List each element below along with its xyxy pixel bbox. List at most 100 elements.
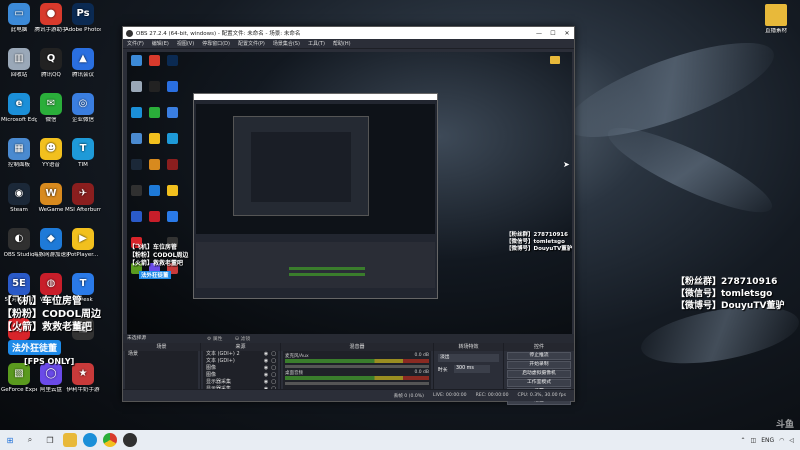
- minimize-icon[interactable]: —: [532, 30, 546, 37]
- control-button[interactable]: 开始录制: [507, 361, 571, 369]
- desktop-shortcut-label: Steam: [10, 207, 28, 213]
- desktop-shortcut[interactable]: ☻ YY语音: [33, 138, 69, 168]
- desktop-shortcut[interactable]: ◯ 阿里云盘: [33, 363, 69, 393]
- menu-item[interactable]: 帮助(H): [329, 40, 355, 47]
- lock-icon[interactable]: ▢: [271, 358, 276, 365]
- preview-dolphin-accelerator-icon: [149, 185, 160, 196]
- tray-network-icon[interactable]: ◫: [751, 437, 757, 444]
- search-icon[interactable]: ⌕: [23, 433, 37, 447]
- menu-item[interactable]: 视图(V): [173, 40, 198, 47]
- source-label: 文本 (GDI+) 2: [206, 351, 240, 357]
- menu-item[interactable]: 编辑(E): [148, 40, 173, 47]
- mixer-dock-title: 混音器: [281, 343, 433, 351]
- preview-info-line: 【微博号】DouyuTV董驴: [506, 246, 572, 252]
- desktop-shortcut[interactable]: ● 腾讯手游助手: [33, 3, 69, 33]
- preview-edge-icon: [131, 107, 142, 118]
- duration-input[interactable]: 300 ms: [454, 365, 490, 373]
- lock-icon[interactable]: ▢: [271, 365, 276, 372]
- tray-lang[interactable]: ENG: [761, 437, 774, 444]
- obs-window[interactable]: OBS 27.2.4 (64-bit, windows) - 配置文件: 未命名…: [122, 26, 575, 405]
- control-button[interactable]: 启动虚拟摄像机: [507, 370, 571, 378]
- source-item[interactable]: 显示器采集 ◉▢: [203, 379, 278, 386]
- info-line: 【微信号】tomletsgo: [676, 289, 773, 299]
- menu-item[interactable]: 配置文件(P): [234, 40, 269, 47]
- desktop-shortcut[interactable]: ▦ 控制面板: [1, 138, 37, 168]
- edge-taskbar-icon[interactable]: [83, 433, 97, 447]
- desktop-shortcut[interactable]: ▶ PotPlayer...: [65, 228, 101, 258]
- menu-item[interactable]: 文件(F): [123, 40, 148, 47]
- properties-button[interactable]: ⚙ 属性: [207, 335, 222, 342]
- lock-icon[interactable]: ▢: [271, 372, 276, 379]
- visibility-eye-icon[interactable]: ◉: [264, 379, 268, 386]
- tim-icon: T: [72, 138, 94, 160]
- preview-tim-icon: [167, 133, 178, 144]
- maximize-icon[interactable]: ☐: [546, 30, 560, 37]
- sources-dock-title: 来源: [201, 343, 280, 351]
- desktop-shortcut[interactable]: ▥ 回收站: [1, 48, 37, 78]
- tray-volume-icon[interactable]: ◁: [789, 437, 794, 444]
- obs-taskbar-icon[interactable]: [123, 433, 137, 447]
- source-item[interactable]: 文本 (GDI+) 2 ◉ ▢: [203, 351, 278, 358]
- visibility-eye-icon[interactable]: ◉: [264, 365, 268, 372]
- control-panel-icon: ▦: [8, 138, 30, 160]
- obs-titlebar[interactable]: OBS 27.2.4 (64-bit, windows) - 配置文件: 未命名…: [123, 27, 574, 39]
- channel-db: 0.0 dB: [414, 353, 429, 358]
- volume-slider[interactable]: [285, 365, 429, 368]
- desktop-shortcut[interactable]: ◆ 海豚网游加速器5.0: [33, 228, 69, 258]
- desktop-shortcut[interactable]: e Microsoft Edge: [1, 93, 37, 123]
- visibility-eye-icon[interactable]: ◉: [264, 358, 268, 365]
- desktop-shortcut[interactable]: T TIM: [65, 138, 101, 168]
- source-item[interactable]: 图像 ◉ ▢: [203, 372, 278, 379]
- desktop-shortcut[interactable]: ✉ 微信: [33, 93, 69, 123]
- preview-tencent-mobile-assistant-icon: [149, 55, 160, 66]
- desktop-folder[interactable]: 直播素材: [758, 4, 794, 34]
- source-item[interactable]: 文本 (GDI+) ◉ ▢: [203, 358, 278, 365]
- obs-preview[interactable]: 【飞机】车位房管 【粉粉】CODOL周边 【火箭】救救老董吧 法外狂徒董 【粉丝…: [127, 52, 572, 334]
- menu-item[interactable]: 场景集合(S): [269, 40, 304, 47]
- lock-icon[interactable]: ▢: [271, 351, 276, 358]
- filters-button[interactable]: ⛁ 滤镜: [235, 335, 250, 342]
- desktop-shortcut-label: GeForce Experience: [1, 387, 37, 393]
- visibility-eye-icon[interactable]: ◉: [264, 351, 268, 358]
- qq-icon: Q: [40, 48, 62, 70]
- tray-wifi-icon[interactable]: ◠: [779, 437, 784, 444]
- lock-icon[interactable]: ▢: [271, 379, 276, 386]
- menu-item[interactable]: 工具(T): [304, 40, 329, 47]
- preview-wecom-icon: [167, 107, 178, 118]
- file-explorer-icon[interactable]: [63, 433, 77, 447]
- control-button[interactable]: 工作室模式: [507, 379, 571, 387]
- desktop-shortcut[interactable]: ▲ 腾讯会议: [65, 48, 101, 78]
- desktop-shortcut[interactable]: ◉ Steam: [1, 183, 37, 213]
- msi-afterburner-icon: ✈: [72, 183, 94, 205]
- source-item[interactable]: 图像 ◉ ▢: [203, 365, 278, 372]
- preview-fps-badge: 法外狂徒董: [139, 271, 171, 279]
- task-view-icon[interactable]: ❐: [43, 433, 57, 447]
- desktop-shortcut[interactable]: ◎ 企业微信: [65, 93, 101, 123]
- desktop-shortcut[interactable]: ◐ OBS Studio: [1, 228, 37, 258]
- desktop-shortcut[interactable]: ▧ GeForce Experience: [1, 363, 37, 393]
- status-cpu: CPU: 0.3%, 30.00 fps: [517, 393, 566, 398]
- visibility-eye-icon[interactable]: ◉: [264, 372, 268, 379]
- scene-item[interactable]: 场景: [125, 351, 198, 358]
- system-tray: ⌃ ◫ ENG ◠ ◁: [740, 437, 800, 444]
- tray-expand-icon[interactable]: ⌃: [740, 437, 745, 444]
- close-icon[interactable]: ✕: [560, 30, 574, 37]
- menu-item[interactable]: 停靠窗口(D): [198, 40, 234, 47]
- duration-label: 时长: [438, 368, 448, 373]
- wallpaper-streak: [556, 24, 784, 156]
- chrome-taskbar-icon[interactable]: [103, 433, 117, 447]
- volume-slider[interactable]: [285, 382, 429, 385]
- desktop-shortcut[interactable]: ★ 伊利牛奶手游: [65, 363, 101, 393]
- source-label: 图像: [206, 372, 217, 378]
- desktop-shortcut-label: 伊利牛奶手游: [66, 387, 100, 393]
- preview-wegame-icon: [149, 159, 160, 170]
- desktop-shortcut[interactable]: Ps Adobe Photosh...: [65, 3, 101, 33]
- broadcast-text: 【飞机】车位房管 【粉粉】CODOL周边 【火箭】救救老董吧: [2, 295, 101, 334]
- desktop-shortcut[interactable]: W WeGame: [33, 183, 69, 213]
- desktop-shortcut[interactable]: ▭ 此电脑: [1, 3, 37, 33]
- control-button[interactable]: 停止推流: [507, 352, 571, 360]
- transition-select[interactable]: 淡出: [438, 354, 499, 362]
- start-icon[interactable]: ⊞: [3, 433, 17, 447]
- desktop-shortcut[interactable]: ✈ MSI Afterburner: [65, 183, 101, 213]
- desktop-shortcut[interactable]: Q 腾讯QQ: [33, 48, 69, 78]
